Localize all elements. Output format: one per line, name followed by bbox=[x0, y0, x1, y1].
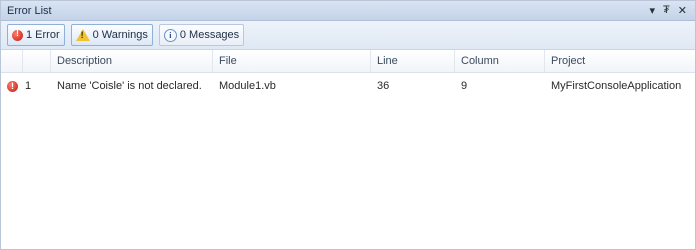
row-file: Module1.vb bbox=[219, 80, 276, 92]
error-grid: Description File Line Column Project 1 N… bbox=[1, 50, 695, 96]
table-row[interactable]: 1 Name 'Coisle' is not declared. Module1… bbox=[1, 73, 695, 96]
warning-icon bbox=[75, 29, 90, 41]
header-column[interactable]: Column bbox=[455, 50, 545, 72]
info-icon: i bbox=[163, 28, 177, 42]
header-description[interactable]: Description bbox=[51, 50, 213, 72]
row-number: 1 bbox=[25, 80, 32, 92]
window-title: Error List bbox=[7, 4, 52, 17]
grid-header: Description File Line Column Project bbox=[1, 50, 695, 73]
header-file[interactable]: File bbox=[213, 50, 371, 72]
error-icon bbox=[7, 79, 18, 93]
header-icon-column bbox=[1, 50, 23, 72]
warnings-filter-label: 0 Warnings bbox=[92, 29, 148, 41]
error-icon bbox=[12, 28, 23, 41]
row-column: 9 bbox=[461, 80, 468, 92]
row-line: 36 bbox=[377, 80, 390, 92]
warnings-filter-button[interactable]: 0 Warnings bbox=[70, 24, 153, 46]
window-controls: ▾ ₮ ✕ bbox=[650, 4, 687, 17]
row-project: MyFirstConsoleApplication bbox=[551, 80, 682, 92]
error-list-window: Error List ▾ ₮ ✕ 1 Error 0 Warnings i 0 … bbox=[0, 0, 696, 250]
auto-hide-pin-icon[interactable]: ₮ bbox=[663, 4, 670, 17]
errors-filter-label: 1 Error bbox=[26, 29, 60, 41]
title-bar: Error List ▾ ₮ ✕ bbox=[1, 1, 695, 21]
header-number-column[interactable] bbox=[23, 50, 51, 72]
row-icon-cell bbox=[1, 79, 23, 96]
messages-filter-button[interactable]: i 0 Messages bbox=[158, 24, 245, 46]
window-position-icon[interactable]: ▾ bbox=[650, 4, 656, 17]
header-project[interactable]: Project bbox=[545, 50, 695, 72]
messages-filter-label: 0 Messages bbox=[179, 29, 240, 41]
errors-filter-button[interactable]: 1 Error bbox=[7, 24, 65, 46]
row-description: Name 'Coisle' is not declared. bbox=[57, 80, 202, 92]
header-line[interactable]: Line bbox=[371, 50, 455, 72]
filter-toolbar: 1 Error 0 Warnings i 0 Messages bbox=[1, 21, 695, 50]
close-icon[interactable]: ✕ bbox=[678, 4, 687, 17]
